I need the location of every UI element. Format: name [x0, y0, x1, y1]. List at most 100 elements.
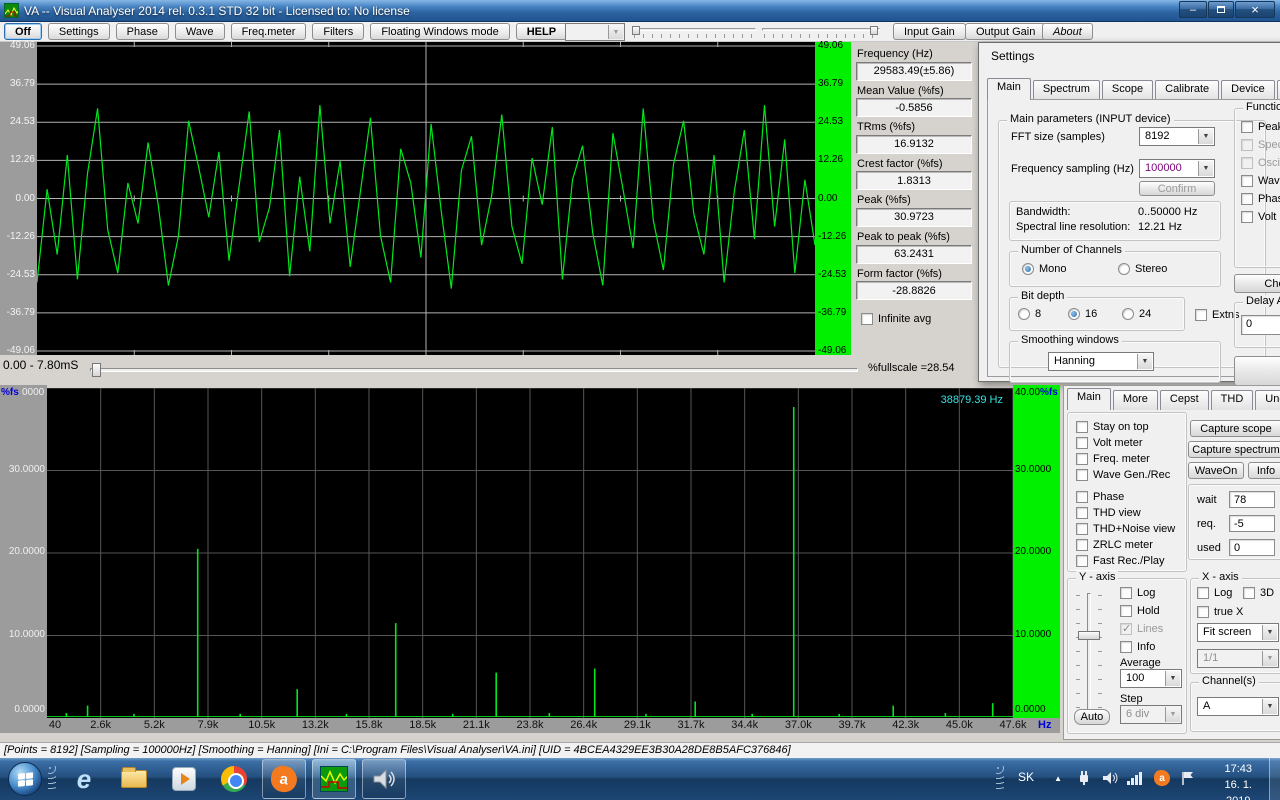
wave-on-button[interactable]: WaveOn	[1188, 462, 1244, 479]
y-axis-checkbox-info[interactable]: Info	[1120, 641, 1155, 653]
true-x-checkbox[interactable]: true X	[1197, 606, 1243, 618]
function-checkbox-volt[interactable]: Volt	[1241, 211, 1276, 223]
extns-checkbox[interactable]: Extns	[1195, 309, 1240, 321]
about-button[interactable]: About	[1042, 23, 1093, 40]
internet-explorer-icon[interactable]: e	[62, 759, 106, 799]
step-dropdown[interactable]: 6 div▼	[1120, 705, 1182, 724]
maximize-button[interactable]	[1208, 1, 1234, 18]
capture-spectrum-button[interactable]: Capture spectrum	[1188, 441, 1280, 458]
counter-value-wait[interactable]: 78	[1229, 491, 1275, 508]
check-button[interactable]: Check	[1234, 274, 1280, 293]
x-log-checkbox[interactable]: Log	[1197, 587, 1232, 599]
panel-tab-more[interactable]: More	[1113, 390, 1158, 410]
function-checkbox-spect[interactable]: Spect	[1241, 139, 1280, 151]
flag-icon[interactable]	[1180, 770, 1196, 786]
y-axis-checkbox-hold[interactable]: Hold	[1120, 605, 1160, 617]
volume-mixer-taskbar-button[interactable]	[362, 759, 406, 799]
settings-tab-spectrum[interactable]: Spectrum	[1033, 80, 1100, 100]
clock[interactable]: 17:43 16. 1. 2019	[1224, 761, 1252, 800]
bits-16-radio[interactable]: 16	[1068, 308, 1097, 320]
visual-analyser-taskbar-button[interactable]	[312, 759, 356, 799]
panel-checkbox-phase[interactable]: Phase	[1076, 491, 1124, 503]
file-explorer-icon[interactable]	[112, 759, 156, 799]
auto-button[interactable]: Auto	[1074, 709, 1110, 725]
input-gain-button[interactable]: Input Gain	[893, 23, 966, 40]
function-checkbox-peak[interactable]: Peak	[1241, 121, 1280, 133]
slider-thumb[interactable]	[1078, 631, 1100, 640]
infinite-avg-checkbox[interactable]: Infinite avg	[861, 313, 931, 325]
minimize-button[interactable]: –	[1179, 1, 1207, 18]
panel-checkbox-wave-gen-rec[interactable]: Wave Gen./Rec	[1076, 469, 1170, 481]
counter-value-req[interactable]: -5	[1229, 515, 1275, 532]
counter-value-used[interactable]: 0	[1229, 539, 1275, 556]
spectrum-plot[interactable]: 38879.39 Hz	[47, 388, 1013, 718]
panel-checkbox-zrlc-meter[interactable]: ZRLC meter	[1076, 539, 1153, 551]
toolbar-button-settings[interactable]: Settings	[48, 23, 110, 40]
avast-taskbar-button[interactable]: a	[262, 759, 306, 799]
panel-checkbox-freq-meter[interactable]: Freq. meter	[1076, 453, 1150, 465]
y-axis-checkbox-log[interactable]: Log	[1120, 587, 1155, 599]
scope-plot[interactable]	[37, 42, 815, 355]
input-gain-slider[interactable]	[632, 26, 756, 40]
function-checkbox-wave[interactable]: Wave	[1241, 175, 1280, 187]
slider-thumb[interactable]	[632, 26, 640, 35]
network-signal-icon[interactable]	[1126, 770, 1144, 786]
panel-checkbox-stay-on-top[interactable]: Stay on top	[1076, 421, 1149, 433]
fft-size-dropdown[interactable]: 8192▼	[1139, 127, 1215, 146]
function-checkbox-phase[interactable]: Phase	[1241, 193, 1280, 205]
function-checkbox-oscill[interactable]: Oscill	[1241, 157, 1280, 169]
bits-8-radio[interactable]: 8	[1018, 308, 1041, 320]
settings-cropped-button-1[interactable]	[1234, 356, 1280, 386]
delay-input[interactable]: 0	[1241, 315, 1280, 335]
panel-checkbox-thd-noise-view[interactable]: THD+Noise view	[1076, 523, 1175, 535]
toolbar-button-phase[interactable]: Phase	[116, 23, 169, 40]
sampling-rate-dropdown[interactable]: 100000▼	[1139, 159, 1215, 178]
toolbar-button-floating-windows-mode[interactable]: Floating Windows mode	[370, 23, 509, 40]
hidden-icons-button[interactable]: ▲	[1054, 774, 1062, 783]
settings-tab-calibrate[interactable]: Calibrate	[1155, 80, 1219, 100]
mono-radio[interactable]: Mono	[1022, 263, 1067, 275]
media-player-icon[interactable]	[162, 759, 206, 799]
info-button[interactable]: Info	[1248, 462, 1280, 479]
panel-tab-main[interactable]: Main	[1067, 388, 1111, 410]
avast-tray-icon[interactable]: a	[1154, 770, 1170, 786]
output-gain-slider[interactable]	[762, 26, 880, 40]
close-button[interactable]: ×	[1235, 1, 1275, 18]
volume-icon[interactable]	[1102, 770, 1118, 786]
toolbar-button-wave[interactable]: Wave	[175, 23, 225, 40]
settings-tab-device[interactable]: Device	[1221, 80, 1275, 100]
slider-thumb[interactable]	[870, 26, 878, 35]
bits-24-radio[interactable]: 24	[1122, 308, 1151, 320]
y-axis-checkbox-lines[interactable]: Lines	[1120, 623, 1163, 635]
panel-tab-thd[interactable]: THD	[1211, 390, 1254, 410]
toolbar-dropdown[interactable]: ▼	[565, 23, 625, 41]
stereo-radio[interactable]: Stereo	[1118, 263, 1167, 275]
fit-screen-dropdown[interactable]: Fit screen▼	[1197, 623, 1279, 642]
panel-checkbox-volt-meter[interactable]: Volt meter	[1076, 437, 1143, 449]
chrome-icon[interactable]	[212, 759, 256, 799]
scrollbar-thumb[interactable]	[92, 363, 101, 377]
output-gain-button[interactable]: Output Gain	[965, 23, 1046, 40]
start-button[interactable]	[8, 762, 42, 796]
panel-tab-cepst[interactable]: Cepst	[1160, 390, 1209, 410]
settings-tab-main[interactable]: Main	[987, 78, 1031, 100]
scope-scrollbar[interactable]	[90, 363, 858, 377]
toolbar-button-off[interactable]: Off	[4, 23, 42, 40]
settings-tab-scope[interactable]: Scope	[1102, 80, 1153, 100]
language-indicator[interactable]: SK	[1018, 770, 1034, 784]
toolbar-button-filters[interactable]: Filters	[312, 23, 364, 40]
capture-scope-button[interactable]: Capture scope	[1190, 420, 1280, 437]
x-3d-checkbox[interactable]: 3D	[1243, 587, 1274, 599]
ratio-dropdown[interactable]: 1/1▼	[1197, 649, 1279, 668]
show-desktop-button[interactable]	[1269, 758, 1280, 800]
toolbar-button-freq-meter[interactable]: Freq.meter	[231, 23, 307, 40]
y-scale-slider[interactable]	[1076, 593, 1102, 713]
smoothing-dropdown[interactable]: Hanning▼	[1048, 352, 1154, 371]
panel-tab-uncert[interactable]: Uncert	[1255, 390, 1280, 410]
channel-dropdown[interactable]: A▼	[1197, 697, 1279, 716]
power-plug-icon[interactable]	[1076, 770, 1092, 786]
confirm-button[interactable]: Confirm	[1139, 181, 1215, 196]
average-dropdown[interactable]: 100▼	[1120, 669, 1182, 688]
panel-checkbox-thd-view[interactable]: THD view	[1076, 507, 1141, 519]
toolbar-button-help[interactable]: HELP	[516, 23, 567, 40]
